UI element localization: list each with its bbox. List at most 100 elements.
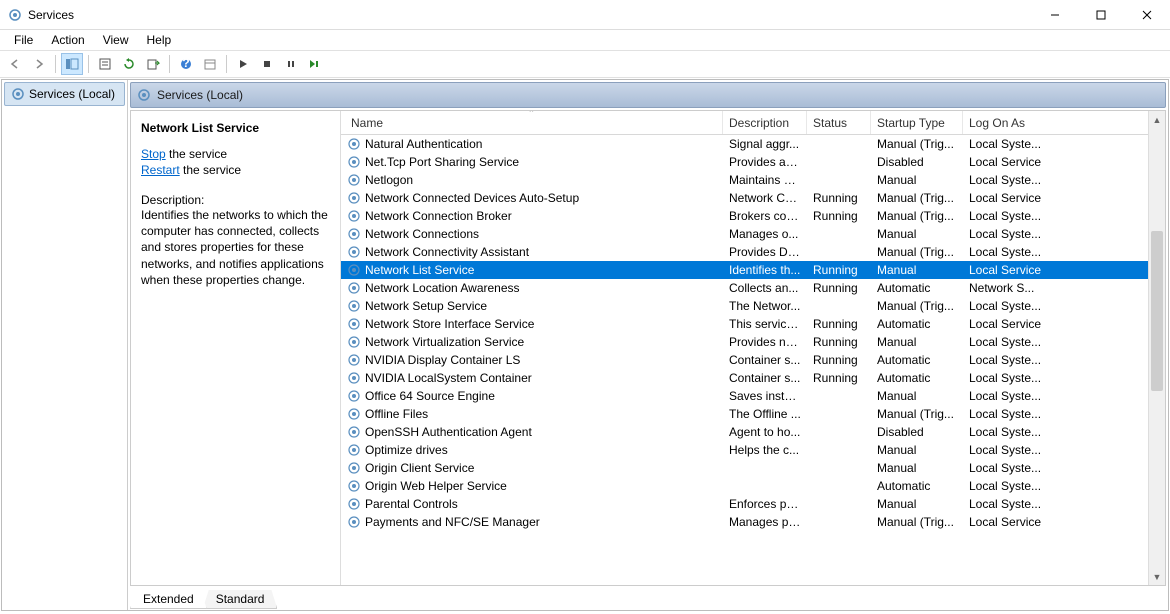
service-gear-icon — [347, 281, 361, 295]
close-button[interactable] — [1124, 0, 1170, 29]
service-description: Helps the c... — [723, 443, 807, 457]
table-row[interactable]: Network Store Interface ServiceThis serv… — [341, 315, 1165, 333]
table-row[interactable]: Optimize drivesHelps the c...ManualLocal… — [341, 441, 1165, 459]
selected-service-title: Network List Service — [141, 121, 332, 135]
table-row[interactable]: Network Connectivity AssistantProvides D… — [341, 243, 1165, 261]
service-startup-type: Manual — [871, 227, 963, 241]
table-row[interactable]: Origin Web Helper Service AutomaticLocal … — [341, 477, 1165, 495]
column-status[interactable]: Status — [807, 111, 871, 134]
table-row[interactable]: Network List ServiceIdentifies th...Runn… — [341, 261, 1165, 279]
menu-file[interactable]: File — [6, 31, 41, 49]
service-log-on-as: Local Syste... — [963, 137, 1165, 151]
refresh-button[interactable] — [118, 53, 140, 75]
service-log-on-as: Network S... — [963, 281, 1165, 295]
nav-forward-button[interactable] — [28, 53, 50, 75]
service-gear-icon — [347, 155, 361, 169]
service-name: Net.Tcp Port Sharing Service — [365, 155, 519, 169]
scroll-up-arrow-icon[interactable]: ▲ — [1149, 111, 1165, 128]
service-startup-type: Disabled — [871, 425, 963, 439]
menu-action[interactable]: Action — [43, 31, 92, 49]
service-log-on-as: Local Service — [963, 155, 1165, 169]
tree-node-services-local[interactable]: Services (Local) — [4, 82, 125, 106]
table-row[interactable]: Parental ControlsEnforces pa...ManualLoc… — [341, 495, 1165, 513]
service-name: Origin Web Helper Service — [365, 479, 507, 493]
nav-back-button[interactable] — [4, 53, 26, 75]
service-startup-type: Manual (Trig... — [871, 191, 963, 205]
table-row[interactable]: Office 64 Source EngineSaves install...M… — [341, 387, 1165, 405]
view-tabs: Extended Standard — [128, 588, 1168, 610]
restart-service-link[interactable]: Restart — [141, 163, 180, 177]
service-startup-type: Manual (Trig... — [871, 245, 963, 259]
column-startup-type[interactable]: Startup Type — [871, 111, 963, 134]
content-header: Services (Local) — [130, 82, 1166, 108]
export-button[interactable] — [142, 53, 164, 75]
table-row[interactable]: Network Connection BrokerBrokers con...R… — [341, 207, 1165, 225]
table-row[interactable]: Net.Tcp Port Sharing ServiceProvides abi… — [341, 153, 1165, 171]
service-startup-type: Automatic — [871, 479, 963, 493]
stop-service-link[interactable]: Stop — [141, 147, 166, 161]
restart-service-button[interactable] — [304, 53, 326, 75]
service-log-on-as: Local Syste... — [963, 227, 1165, 241]
service-log-on-as: Local Syste... — [963, 497, 1165, 511]
start-service-button[interactable] — [232, 53, 254, 75]
service-gear-icon — [347, 299, 361, 313]
service-status: Running — [807, 263, 871, 277]
service-status: Running — [807, 209, 871, 223]
service-name: Office 64 Source Engine — [365, 389, 495, 403]
tab-standard[interactable]: Standard — [203, 590, 278, 609]
scroll-thumb[interactable] — [1151, 231, 1163, 391]
service-name: Network Connections — [365, 227, 479, 241]
menu-view[interactable]: View — [95, 31, 137, 49]
column-log-on-as[interactable]: Log On As — [963, 111, 1165, 134]
properties-button[interactable] — [94, 53, 116, 75]
description-label: Description: — [141, 193, 332, 207]
table-row[interactable]: Origin Client ServiceManualLocal Syste..… — [341, 459, 1165, 477]
table-row[interactable]: Payments and NFC/SE ManagerManages pa...… — [341, 513, 1165, 531]
service-gear-icon — [347, 245, 361, 259]
service-description: The Networ... — [723, 299, 807, 313]
column-description[interactable]: Description — [723, 111, 807, 134]
service-startup-type: Manual — [871, 335, 963, 349]
service-description: Identifies th... — [723, 263, 807, 277]
service-description: Signal aggr... — [723, 137, 807, 151]
service-gear-icon — [347, 371, 361, 385]
calendar-icon[interactable] — [199, 53, 221, 75]
service-startup-type: Manual (Trig... — [871, 137, 963, 151]
service-log-on-as: Local Syste... — [963, 479, 1165, 493]
service-log-on-as: Local Syste... — [963, 461, 1165, 475]
table-row[interactable]: OpenSSH Authentication AgentAgent to ho.… — [341, 423, 1165, 441]
scroll-down-arrow-icon[interactable]: ▼ — [1149, 568, 1165, 585]
service-name: NVIDIA LocalSystem Container — [365, 371, 532, 385]
table-row[interactable]: Natural AuthenticationSignal aggr...Manu… — [341, 135, 1165, 153]
table-body[interactable]: Natural AuthenticationSignal aggr...Manu… — [341, 135, 1165, 585]
show-hide-tree-button[interactable] — [61, 53, 83, 75]
menu-help[interactable]: Help — [139, 31, 180, 49]
service-startup-type: Manual (Trig... — [871, 515, 963, 529]
maximize-button[interactable] — [1078, 0, 1124, 29]
table-row[interactable]: Network Setup ServiceThe Networ...Manual… — [341, 297, 1165, 315]
service-name: Offline Files — [365, 407, 428, 421]
table-row[interactable]: Network Virtualization ServiceProvides n… — [341, 333, 1165, 351]
service-description: Manages o... — [723, 227, 807, 241]
column-name[interactable]: Name — [341, 111, 723, 134]
service-name: Netlogon — [365, 173, 413, 187]
table-row[interactable]: NVIDIA Display Container LSContainer s..… — [341, 351, 1165, 369]
help-button[interactable]: ? — [175, 53, 197, 75]
table-row[interactable]: Network Location AwarenessCollects an...… — [341, 279, 1165, 297]
table-row[interactable]: NetlogonMaintains a ...ManualLocal Syste… — [341, 171, 1165, 189]
stop-service-button[interactable] — [256, 53, 278, 75]
service-startup-type: Automatic — [871, 281, 963, 295]
service-log-on-as: Local Syste... — [963, 209, 1165, 223]
service-gear-icon — [347, 515, 361, 529]
table-row[interactable]: Network Connected Devices Auto-SetupNetw… — [341, 189, 1165, 207]
table-row[interactable]: Offline FilesThe Offline ...Manual (Trig… — [341, 405, 1165, 423]
service-log-on-as: Local Syste... — [963, 173, 1165, 187]
tab-extended[interactable]: Extended — [130, 590, 207, 609]
table-row[interactable]: Network Connections Manages o... ManualLoc… — [341, 225, 1165, 243]
pause-service-button[interactable] — [280, 53, 302, 75]
service-description: Provides ne... — [723, 335, 807, 349]
minimize-button[interactable] — [1032, 0, 1078, 29]
vertical-scrollbar[interactable]: ▲ ▼ — [1148, 111, 1165, 585]
service-startup-type: Manual — [871, 173, 963, 187]
table-row[interactable]: NVIDIA LocalSystem ContainerContainer s.… — [341, 369, 1165, 387]
